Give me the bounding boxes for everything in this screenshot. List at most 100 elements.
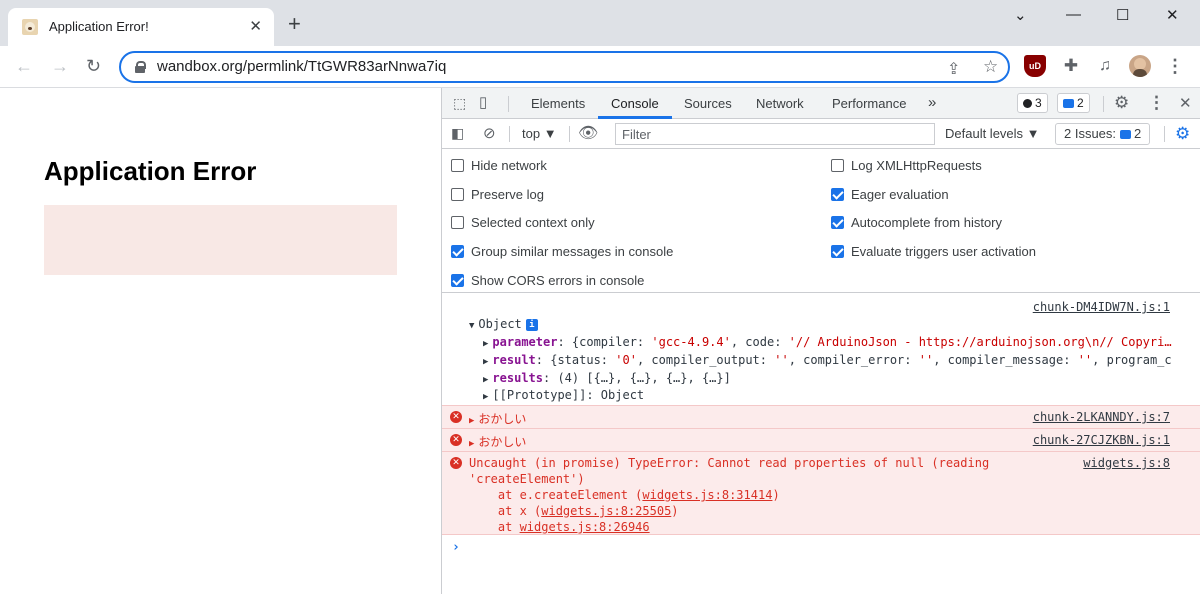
setting-label: Selected context only	[471, 215, 595, 230]
console-error-row[interactable]: ✕ ▶ おかしい chunk-27CJZKBN.js:1	[442, 428, 1200, 451]
object-property-parameter[interactable]: ▶ parameter: {compiler: 'gcc-4.9.4', code…	[483, 335, 1173, 349]
object-property-results[interactable]: ▶ results: (4) [{…}, {…}, {…}, {…}]	[483, 371, 731, 385]
stack-link[interactable]: widgets.js:8:25505	[541, 504, 671, 518]
console-error-row[interactable]: ✕ ▶ おかしい chunk-2LKANNDY.js:7	[442, 405, 1200, 428]
checkbox[interactable]	[451, 216, 464, 229]
ublock-icon[interactable]: uD	[1024, 55, 1046, 77]
page-content: Application Error	[0, 88, 441, 594]
tab-title: Application Error!	[49, 19, 149, 34]
left-setting-4[interactable]: Show CORS errors in console	[451, 273, 644, 288]
object-prototype[interactable]: ▶ [[Prototype]]: Object	[483, 388, 644, 402]
clear-console-icon[interactable]: ⊘	[483, 124, 496, 142]
checkbox[interactable]	[451, 245, 464, 258]
devtools-panel: ⬚ ▯ Elements Console Sources Network Per…	[441, 88, 1200, 594]
checkbox[interactable]	[451, 159, 464, 172]
more-tabs-icon[interactable]: »	[928, 94, 936, 111]
stack-link[interactable]: widgets.js:8:26946	[520, 520, 650, 534]
tab-search-icon[interactable]: ⌄	[1014, 6, 1027, 24]
log-levels-dropdown[interactable]: Default levels ▼	[945, 126, 1040, 141]
tab-elements[interactable]: Elements	[531, 96, 585, 111]
checkbox[interactable]	[831, 245, 844, 258]
close-window-button[interactable]: ✕	[1166, 6, 1179, 24]
log-source-link[interactable]: chunk-DM4IDW7N.js:1	[1033, 300, 1170, 314]
device-toolbar-icon[interactable]: ▯	[479, 93, 487, 111]
setting-label: Group similar messages in console	[471, 244, 674, 259]
stack-frame: at widgets.js:8:26946	[469, 520, 650, 534]
address-bar[interactable]: wandbox.org/permlink/TtGWR83arNnwa7iq ⇪ …	[119, 51, 1010, 83]
errors-badge[interactable]: 3	[1017, 93, 1048, 113]
devtools-menu-icon[interactable]: ⋮	[1148, 93, 1165, 113]
tab-performance[interactable]: Performance	[832, 96, 906, 111]
browser-toolbar: ← → ↻ wandbox.org/permlink/TtGWR83arNnwa…	[0, 46, 1200, 88]
error-icon: ✕	[450, 411, 462, 423]
right-setting-2[interactable]: Autocomplete from history	[831, 215, 1002, 230]
checkbox[interactable]	[831, 159, 844, 172]
left-setting-0[interactable]: Hide network	[451, 158, 547, 173]
sidebar-toggle-icon[interactable]: ◧	[451, 125, 464, 142]
error-source-link[interactable]: chunk-2LKANNDY.js:7	[1033, 410, 1170, 424]
back-arrow-icon[interactable]: ←	[15, 57, 33, 75]
lock-icon[interactable]	[135, 61, 146, 73]
right-setting-1[interactable]: Eager evaluation	[831, 187, 949, 202]
checkbox[interactable]	[451, 274, 464, 287]
console-output: chunk-DM4IDW7N.js:1 ▼ Object i ▶ parameter:…	[442, 294, 1200, 594]
error-message-cont: 'createElement')	[469, 472, 585, 486]
inspect-element-icon[interactable]: ⬚	[453, 95, 466, 112]
right-setting-0[interactable]: Log XMLHttpRequests	[831, 158, 982, 173]
new-tab-button[interactable]: +	[288, 13, 301, 35]
chrome-menu-icon[interactable]: ⋮	[1164, 55, 1186, 77]
close-devtools-icon[interactable]: ✕	[1179, 94, 1192, 112]
page-title: Application Error	[44, 156, 257, 186]
media-control-icon[interactable]: ♫	[1094, 55, 1116, 77]
profile-avatar[interactable]	[1129, 55, 1151, 77]
expand-triangle-icon[interactable]: ▼	[469, 321, 474, 331]
console-settings-gear-icon[interactable]: ⚙	[1175, 124, 1190, 144]
issues-button[interactable]: 2 Issues: 2	[1055, 123, 1151, 145]
minimize-button[interactable]: —	[1066, 6, 1081, 23]
share-icon[interactable]: ⇪	[947, 59, 960, 79]
checkbox[interactable]	[451, 188, 464, 201]
filter-input[interactable]: Filter	[615, 123, 935, 145]
right-setting-3[interactable]: Evaluate triggers user activation	[831, 244, 1036, 259]
checkbox[interactable]	[831, 188, 844, 201]
console-error-row[interactable]: ✕ Uncaught (in promise) TypeError: Canno…	[442, 451, 1200, 535]
messages-badge[interactable]: 2	[1057, 93, 1090, 113]
devtools-tab-bar: ⬚ ▯ Elements Console Sources Network Per…	[442, 88, 1200, 119]
tab-console[interactable]: Console	[611, 96, 659, 111]
extensions-puzzle-icon[interactable]: ✚	[1060, 55, 1082, 77]
error-icon: ✕	[450, 457, 462, 469]
tab-network[interactable]: Network	[756, 96, 804, 111]
object-header[interactable]: ▼ Object i	[469, 317, 538, 331]
checkbox[interactable]	[831, 216, 844, 229]
stack-frame: at e.createElement (widgets.js:8:31414)	[469, 488, 780, 502]
setting-label: Evaluate triggers user activation	[851, 244, 1036, 259]
object-property-result[interactable]: ▶ result: {status: '0', compiler_output: …	[483, 353, 1173, 367]
info-icon: i	[525, 319, 538, 331]
error-source-link[interactable]: chunk-27CJZKBN.js:1	[1033, 433, 1170, 447]
left-setting-3[interactable]: Group similar messages in console	[451, 244, 673, 259]
left-setting-2[interactable]: Selected context only	[451, 215, 595, 230]
forward-arrow-icon[interactable]: →	[51, 57, 69, 75]
context-selector[interactable]: top ▼	[522, 126, 557, 141]
tab-close-icon[interactable]: ✕	[249, 17, 262, 35]
dog-favicon-icon	[22, 19, 38, 35]
setting-label: Autocomplete from history	[851, 215, 1003, 230]
console-prompt[interactable]: ›	[452, 540, 460, 555]
console-toolbar: ◧ ⊘ top ▼ 👁 Filter Default levels ▼ 2 Is…	[442, 119, 1200, 149]
stack-frame: at x (widgets.js:8:25505)	[469, 504, 679, 518]
browser-tab[interactable]: Application Error! ✕	[8, 8, 274, 46]
stack-link[interactable]: widgets.js:8:31414	[642, 488, 772, 502]
error-source-link[interactable]: widgets.js:8	[1083, 456, 1170, 470]
bookmark-star-icon[interactable]: ☆	[983, 57, 998, 77]
error-message: Uncaught (in promise) TypeError: Cannot …	[469, 456, 990, 470]
left-setting-1[interactable]: Preserve log	[451, 187, 544, 202]
reload-icon[interactable]: ↻	[86, 57, 101, 75]
setting-label: Preserve log	[471, 187, 544, 202]
settings-gear-icon[interactable]: ⚙	[1114, 93, 1129, 113]
live-expression-eye-icon[interactable]: 👁	[578, 123, 598, 143]
tab-sources[interactable]: Sources	[684, 96, 732, 111]
setting-label: Hide network	[471, 158, 547, 173]
tab-strip: Application Error! ✕ + ⌄ — ☐ ✕	[0, 0, 1200, 46]
maximize-button[interactable]: ☐	[1116, 6, 1129, 24]
setting-label: Show CORS errors in console	[471, 273, 645, 288]
